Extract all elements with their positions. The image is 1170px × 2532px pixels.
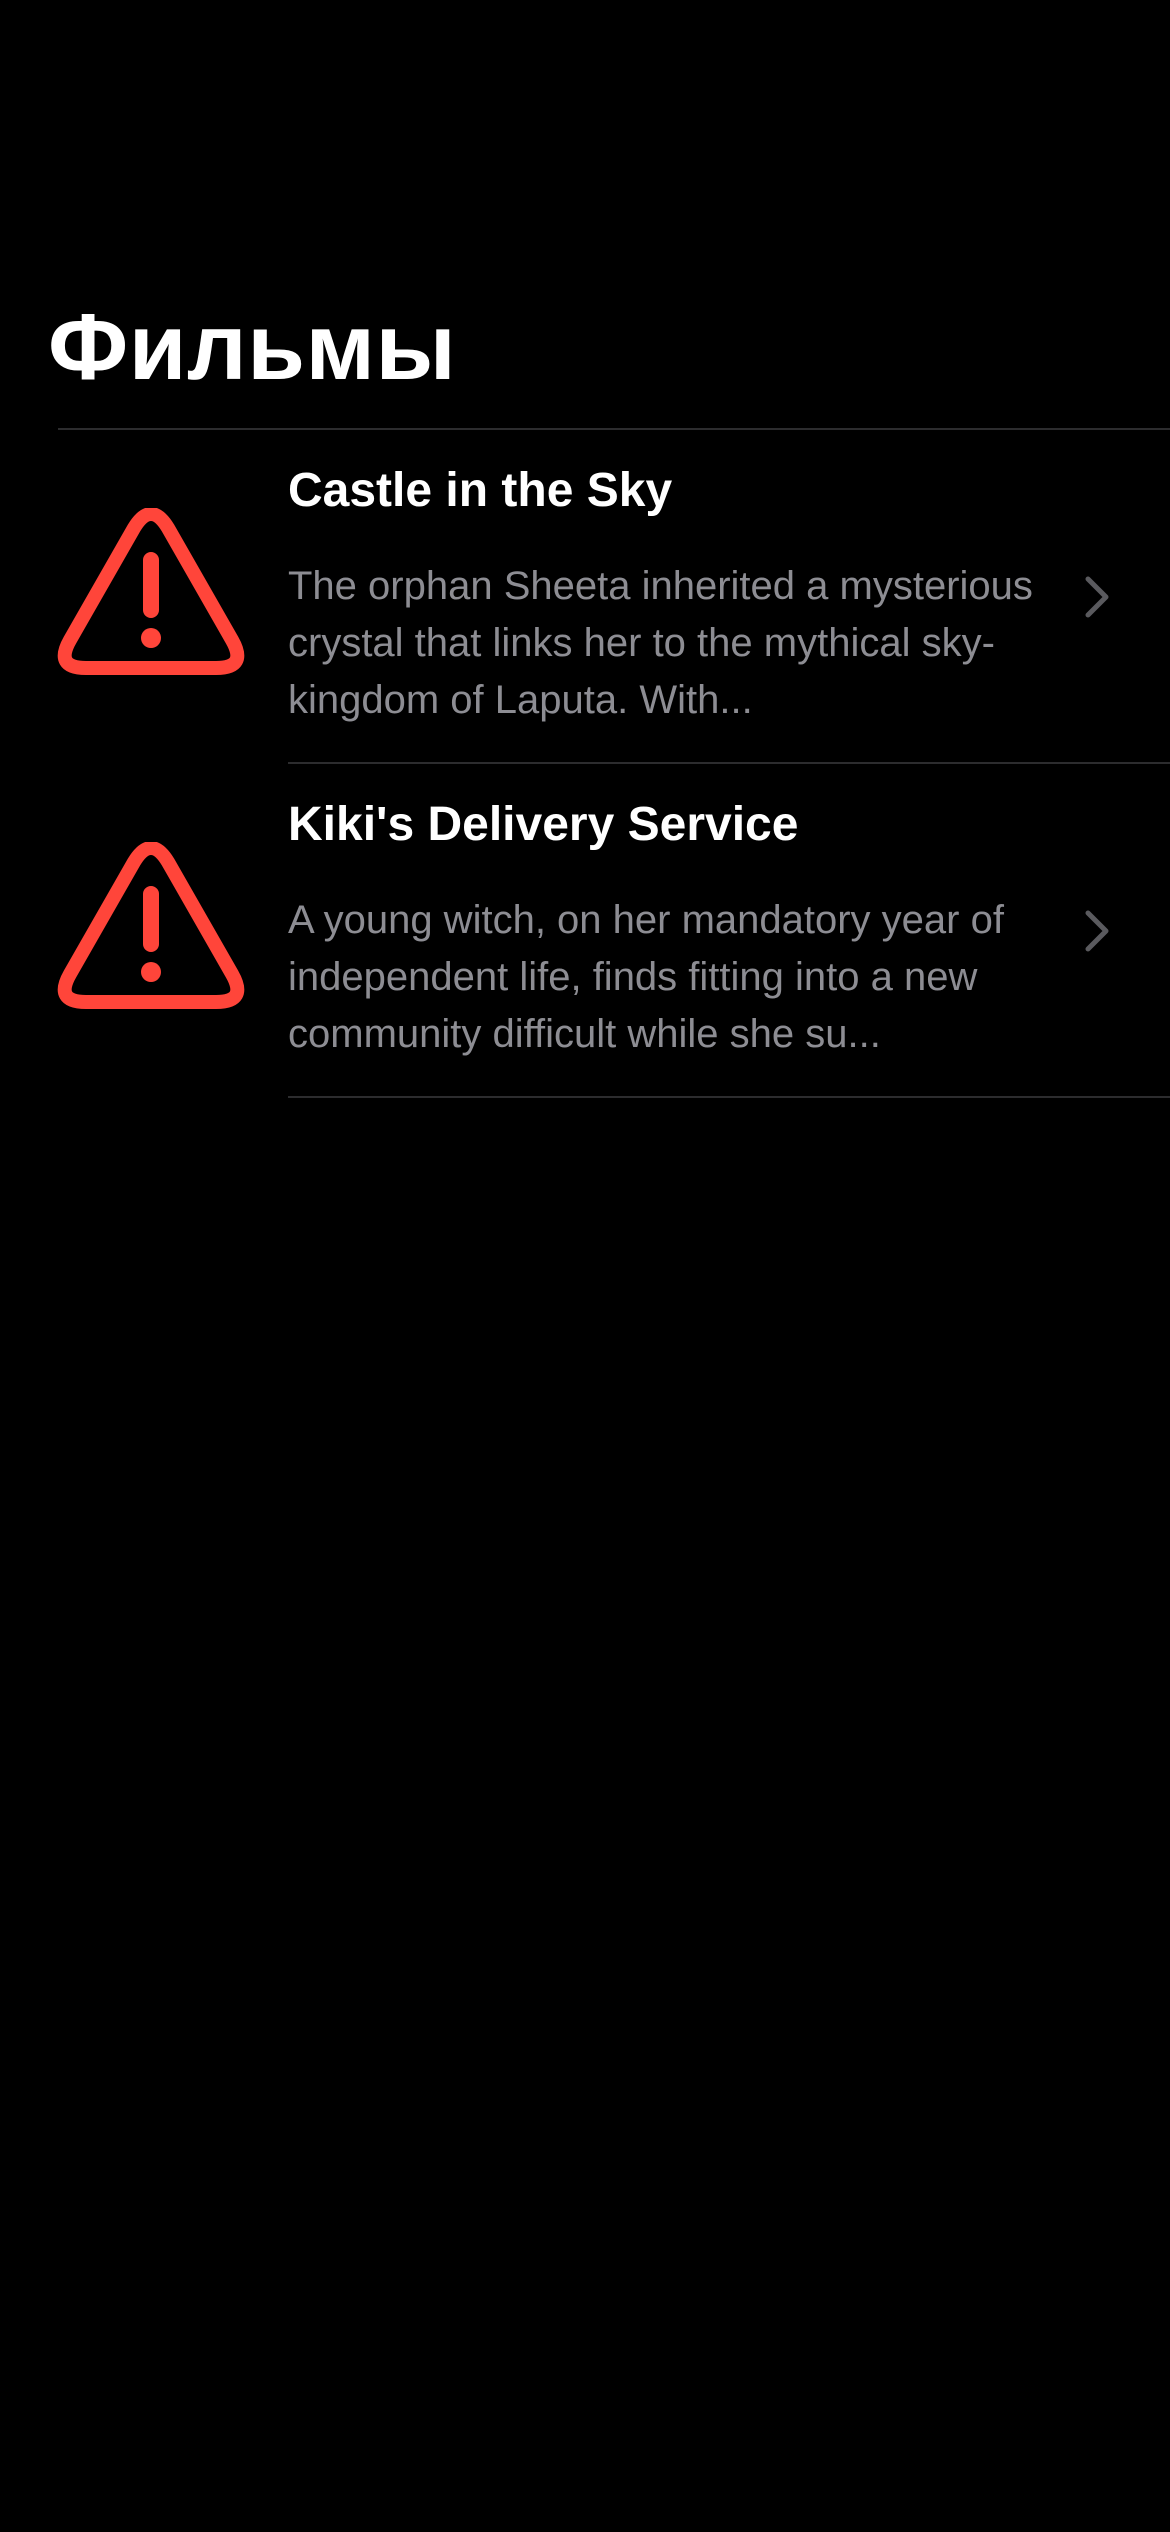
page-title: Фильмы — [48, 294, 457, 399]
film-row-kikis-delivery-service[interactable]: Kiki's Delivery Service A young witch, o… — [0, 764, 1170, 1098]
film-description: A young witch, on her mandatory year of … — [288, 898, 1004, 1056]
film-row-castle-in-the-sky[interactable]: Castle in the Sky The orphan Sheeta inhe… — [0, 430, 1170, 764]
row-divider — [288, 1096, 1170, 1098]
film-title: Castle in the Sky — [288, 464, 673, 517]
films-screen: Фильмы Castle in the Sky The orphan Shee… — [0, 0, 1170, 2532]
film-list[interactable]: Castle in the Sky The orphan Sheeta inhe… — [0, 430, 1170, 1098]
chevron-right-icon — [1082, 574, 1112, 620]
chevron-right-icon — [1082, 908, 1112, 954]
film-title: Kiki's Delivery Service — [288, 798, 799, 851]
film-description: The orphan Sheeta inherited a mysterious… — [288, 564, 1033, 722]
exclamation-triangle-icon — [56, 842, 246, 1012]
exclamation-triangle-icon — [56, 508, 246, 678]
